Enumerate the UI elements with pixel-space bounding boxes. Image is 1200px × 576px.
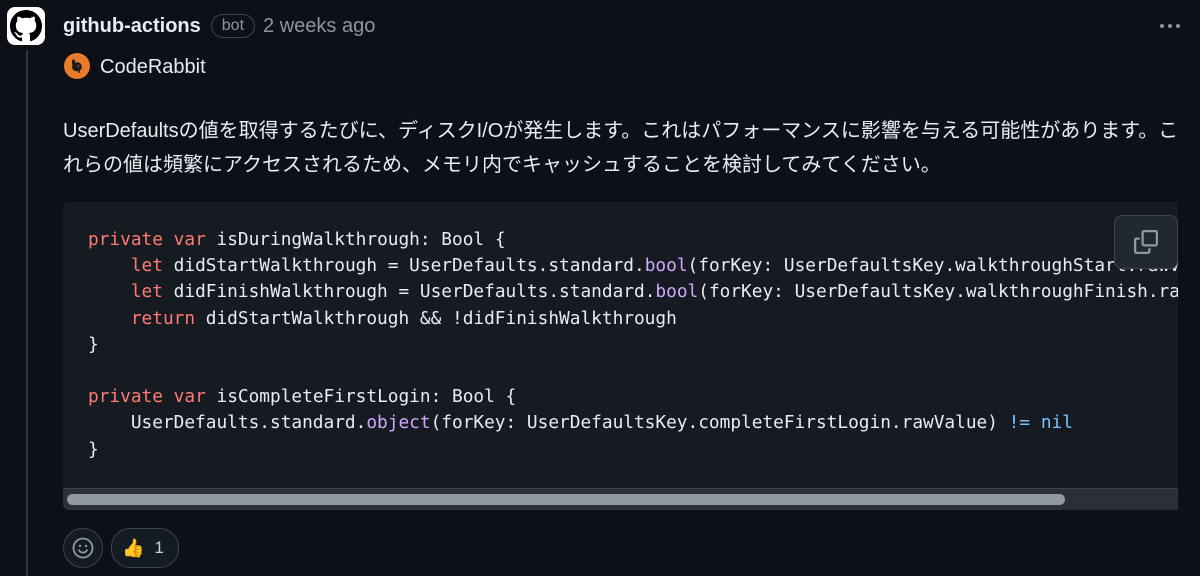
reviewer-name: CodeRabbit — [100, 56, 206, 78]
code-line: UserDefaults.standard.object(forKey: Use… — [88, 412, 1073, 434]
thumbs-up-reaction[interactable]: 👍 1 — [111, 528, 179, 568]
timestamp[interactable]: 2 weeks ago — [263, 15, 375, 38]
code-line: private var isCompleteFirstLogin: Bool { — [88, 386, 517, 408]
bot-badge: bot — [210, 14, 256, 38]
code-line: } — [88, 333, 99, 355]
code-line: let didFinishWalkthrough = UserDefaults.… — [130, 281, 1178, 303]
code-line: private var isDuringWalkthrough: Bool { — [88, 229, 506, 250]
scrollbar-thumb[interactable] — [67, 494, 1065, 505]
thumbs-up-emoji: 👍 — [122, 538, 145, 558]
smiley-icon — [72, 537, 94, 559]
horizontal-scrollbar[interactable] — [63, 488, 1178, 510]
code-content: private var isDuringWalkthrough: Bool { … — [88, 227, 1178, 463]
code-block: private var isDuringWalkthrough: Bool { … — [63, 202, 1178, 510]
pr-comment: github-actions bot 2 weeks ago CodeRabbi… — [0, 0, 1200, 576]
copy-button[interactable] — [1114, 215, 1178, 269]
code-line: let didStartWalkthrough = UserDefaults.s… — [130, 255, 1178, 277]
kebab-horizontal-icon — [1160, 24, 1164, 28]
code-line: return didStartWalkthrough && !didFinish… — [130, 307, 677, 329]
github-icon — [10, 10, 42, 42]
author-name[interactable]: github-actions — [63, 15, 201, 38]
timeline-line — [26, 50, 28, 576]
reactions-bar: 👍 1 — [63, 528, 179, 568]
avatar[interactable] — [7, 7, 45, 45]
code-line: } — [88, 438, 99, 460]
comment-header: github-actions bot 2 weeks ago — [63, 10, 375, 42]
comment-body: UserDefaultsの値を取得するたびに、ディスクI/Oが発生します。これは… — [63, 120, 1179, 176]
coderabbit-icon — [64, 52, 90, 79]
more-options-button[interactable] — [1156, 14, 1184, 38]
reaction-count: 1 — [154, 538, 164, 557]
copy-icon — [1134, 230, 1158, 254]
reviewer-signature: CodeRabbit — [64, 52, 206, 79]
add-reaction-button[interactable] — [63, 528, 103, 568]
